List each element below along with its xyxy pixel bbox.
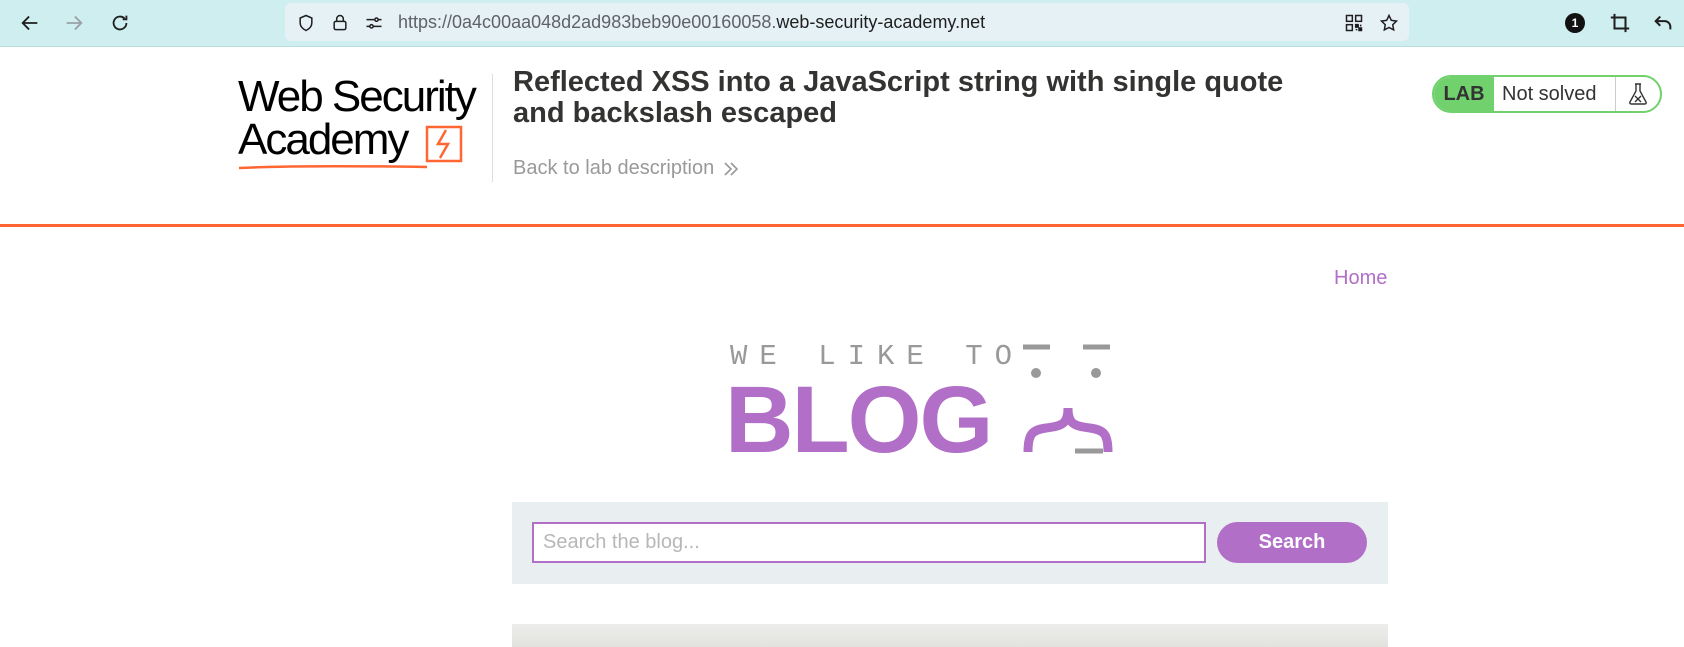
- undo-icon[interactable]: [1649, 9, 1677, 37]
- header-divider: [492, 74, 493, 182]
- qr-code-icon[interactable]: [1343, 12, 1365, 34]
- site-settings-icon[interactable]: [363, 12, 385, 34]
- reload-icon[interactable]: [106, 9, 134, 37]
- browser-toolbar: https://0a4c00aa048d2ad983beb90e00160058…: [0, 0, 1684, 47]
- search-button[interactable]: Search: [1217, 522, 1367, 563]
- blog-banner: WE LIKE TO BLOG: [725, 336, 1175, 470]
- back-arrow-icon[interactable]: [16, 9, 44, 37]
- lock-icon[interactable]: [329, 12, 351, 34]
- url-text[interactable]: https://0a4c00aa048d2ad983beb90e00160058…: [398, 12, 985, 33]
- url-host: web-security-academy.net: [776, 12, 986, 32]
- banner-title: BLOG: [725, 367, 993, 473]
- star-icon[interactable]: [1378, 12, 1400, 34]
- forward-arrow-icon[interactable]: [60, 9, 88, 37]
- flask-icon: [1616, 77, 1660, 111]
- double-chevron-right-icon: [724, 161, 739, 176]
- blog-post-image[interactable]: [512, 624, 1388, 647]
- lab-status-widget: LAB Not solved: [1432, 75, 1662, 113]
- logo-text-line2: Academy: [238, 115, 409, 164]
- shield-icon[interactable]: [295, 12, 317, 34]
- lab-label: LAB: [1434, 77, 1494, 111]
- address-bar[interactable]: https://0a4c00aa048d2ad983beb90e00160058…: [285, 3, 1409, 41]
- search-input[interactable]: [532, 522, 1206, 563]
- logo-bolt-icon: [425, 125, 463, 163]
- search-panel: Search: [512, 502, 1388, 584]
- url-prefix: https://0a4c00aa048d2ad983beb90e00160058…: [398, 12, 777, 32]
- back-to-description-link[interactable]: Back to lab description: [513, 157, 740, 180]
- academy-header: Web Security Academy Reflected XSS into …: [0, 47, 1684, 227]
- crop-icon[interactable]: [1606, 9, 1634, 37]
- lab-title: Reflected XSS into a JavaScript string w…: [513, 66, 1284, 129]
- academy-logo[interactable]: Web Security Academy: [238, 72, 488, 172]
- curly-brace-face-icon: [1023, 344, 1113, 454]
- nav-home-link[interactable]: Home: [1334, 267, 1387, 290]
- logo-underline-icon: [238, 164, 428, 170]
- back-link-label: Back to lab description: [513, 157, 715, 179]
- lab-status-text: Not solved: [1494, 77, 1616, 111]
- extension-badge-icon[interactable]: 1: [1561, 9, 1589, 37]
- extension-badge-count: 1: [1565, 13, 1585, 33]
